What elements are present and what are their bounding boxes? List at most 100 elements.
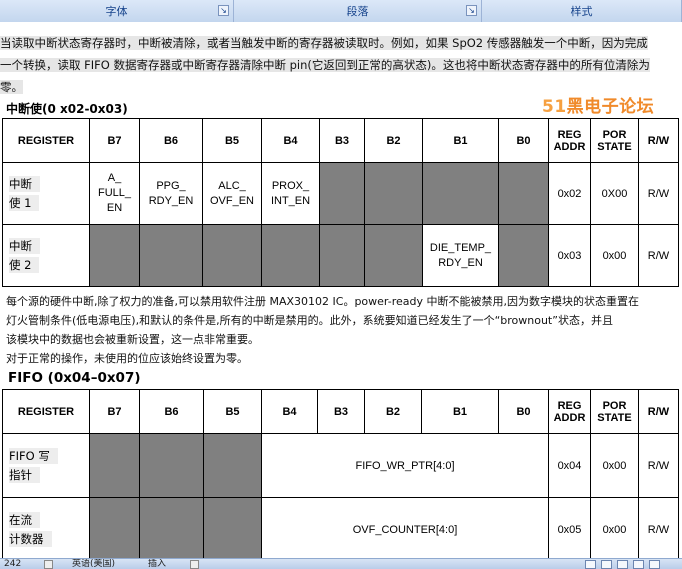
para2-line-3: 该模块中的数据也会被重新设置，这一点非常重要。 — [6, 333, 259, 346]
ribbon-group-font-label: 字体 — [105, 5, 128, 18]
macro-record-icon[interactable] — [190, 560, 199, 569]
ribbon-group-paragraph: 段落 ↘ — [234, 0, 482, 22]
reg-addr-cell: 0x02 — [548, 162, 591, 225]
web-layout-view-icon[interactable] — [617, 560, 628, 569]
spelling-error-icon[interactable] — [44, 560, 53, 569]
bit-b4-cell: PROX_ INT_EN — [261, 162, 320, 225]
reserved-bit-cell — [202, 224, 262, 287]
reserved-bit-cell — [498, 162, 549, 225]
reserved-bit-cell — [89, 497, 140, 558]
reserved-bit-cell — [319, 162, 365, 225]
header-register: REGISTER — [2, 118, 90, 163]
header-b2: B2 — [364, 389, 422, 434]
ribbon-group-styles: 样式 — [482, 0, 682, 22]
por-state-cell: 0x00 — [590, 433, 639, 498]
header-por-state: POR STATE — [590, 389, 639, 434]
register-name-cell: 中断 使 2 — [2, 224, 90, 287]
header-b6: B6 — [139, 389, 204, 434]
rw-cell: R/W — [638, 162, 679, 225]
reg-addr-cell: 0x04 — [548, 433, 591, 498]
fifo-heading: FIFO (0x04–0x07) — [8, 370, 141, 386]
table-row: 在流 计数器 OVF_COUNTER[4:0] 0x05 0x00 R/W — [2, 497, 679, 558]
por-state-cell: 0x00 — [590, 497, 639, 558]
font-dialog-launcher-icon[interactable]: ↘ — [218, 5, 229, 16]
header-b1: B1 — [421, 389, 499, 434]
header-b7: B7 — [89, 118, 140, 163]
bit-field-cell: FIFO_WR_PTR[4:0] — [261, 433, 549, 498]
rw-cell: R/W — [638, 497, 679, 558]
ribbon-group-bar: 字体 ↘ 段落 ↘ 样式 — [0, 0, 682, 22]
header-b0: B0 — [498, 389, 549, 434]
interrupt-clear-paragraph: 当读取中断状态寄存器时，中断被清除，或者当触发中断的寄存器被读取时。例如，如果 … — [0, 32, 682, 98]
interrupt-enable-heading: 中断使(0 x02-0x03) — [6, 102, 128, 116]
full-screen-view-icon[interactable] — [601, 560, 612, 569]
header-por-state: POR STATE — [590, 118, 639, 163]
draft-view-icon[interactable] — [649, 560, 660, 569]
header-reg-addr: REG ADDR — [548, 389, 591, 434]
header-b5: B5 — [202, 118, 262, 163]
reg-addr-cell: 0x05 — [548, 497, 591, 558]
forum-watermark-logo: 51黑电子论坛 — [542, 97, 655, 117]
para1-line-2: 一个转换，读取 FIFO 数据寄存器或中断寄存器清除中断 pin(它返回到正常的… — [0, 58, 650, 72]
fifo-register-table: REGISTER B7 B6 B5 B4 B3 B2 B1 B0 REG ADD… — [2, 389, 679, 558]
table-row: 中断 使 1 A_ FULL_ EN PPG_ RDY_EN ALC_ OVF_EN P… — [2, 162, 679, 225]
bit-field-cell: OVF_COUNTER[4:0] — [261, 497, 549, 558]
para1-line-3: 零。 — [0, 80, 23, 94]
reserved-bit-cell — [139, 433, 204, 498]
reserved-bit-cell — [498, 224, 549, 287]
page-count-status[interactable]: 242 — [4, 559, 21, 569]
table-row: FIFO 写 指针 FIFO_WR_PTR[4:0] 0x04 0x00 R/W — [2, 433, 679, 498]
para1-line-1: 当读取中断状态寄存器时，中断被清除，或者当触发中断的寄存器被读取时。例如，如果 … — [0, 36, 648, 50]
para2-line-1: 每个源的硬件中断,除了权力的准备,可以禁用软件注册 MAX30102 IC。po… — [6, 295, 639, 308]
rw-cell: R/W — [638, 433, 679, 498]
por-state-cell: 0x00 — [590, 224, 639, 287]
por-state-cell: 0X00 — [590, 162, 639, 225]
document-page[interactable]: 当读取中断状态寄存器时，中断被清除，或者当触发中断的寄存器被读取时。例如，如果 … — [0, 22, 682, 558]
reserved-bit-cell — [89, 433, 140, 498]
para2-line-2: 灯火管制条件(低电源电压),和默认的条件是,所有的中断是禁用的。此外，系统要知道… — [6, 314, 613, 327]
header-rw: R/W — [638, 118, 679, 163]
reserved-bit-cell — [364, 162, 423, 225]
reserved-bit-cell — [203, 497, 262, 558]
header-reg-addr: REG ADDR — [548, 118, 591, 163]
reserved-bit-cell — [89, 224, 140, 287]
reserved-bit-cell — [364, 224, 423, 287]
interrupt-description-paragraph: 每个源的硬件中断,除了权力的准备,可以禁用软件注册 MAX30102 IC。po… — [6, 292, 682, 368]
reserved-bit-cell — [422, 162, 499, 225]
rw-cell: R/W — [638, 224, 679, 287]
para2-line-4: 对于正常的操作，未使用的位应该始终设置为零。 — [6, 352, 248, 365]
reserved-bit-cell — [261, 224, 320, 287]
header-b2: B2 — [364, 118, 423, 163]
insert-mode-status[interactable]: 插入 — [148, 559, 166, 569]
bit-b6-cell: PPG_ RDY_EN — [139, 162, 203, 225]
table-row: 中断 使 2 DIE_TEMP_ RDY_EN 0x03 0x00 R/W — [2, 224, 679, 287]
header-b6: B6 — [139, 118, 203, 163]
header-b5: B5 — [203, 389, 262, 434]
bit-b1-cell: DIE_TEMP_ RDY_EN — [422, 224, 499, 287]
reserved-bit-cell — [319, 224, 365, 287]
header-b1: B1 — [422, 118, 499, 163]
header-b0: B0 — [498, 118, 549, 163]
outline-view-icon[interactable] — [633, 560, 644, 569]
ribbon-group-paragraph-label: 段落 — [346, 5, 369, 18]
register-name-cell: 中断 使 1 — [2, 162, 90, 225]
bit-b7-cell: A_ FULL_ EN — [89, 162, 140, 225]
register-name-cell: FIFO 写 指针 — [2, 433, 90, 498]
reserved-bit-cell — [203, 433, 262, 498]
header-b4: B4 — [261, 389, 318, 434]
register-name-cell: 在流 计数器 — [2, 497, 90, 558]
print-layout-view-icon[interactable] — [585, 560, 596, 569]
ribbon-group-font: 字体 ↘ — [0, 0, 234, 22]
reg-addr-cell: 0x03 — [548, 224, 591, 287]
status-bar: 242 英语(美国) 插入 — [0, 558, 682, 569]
header-b4: B4 — [261, 118, 320, 163]
header-b7: B7 — [89, 389, 140, 434]
language-status[interactable]: 英语(美国) — [72, 559, 115, 569]
header-register: REGISTER — [2, 389, 90, 434]
paragraph-dialog-launcher-icon[interactable]: ↘ — [466, 5, 477, 16]
interrupt-enable-table: REGISTER B7 B6 B5 B4 B3 B2 B1 B0 REG ADD… — [2, 118, 679, 287]
bit-b5-cell: ALC_ OVF_EN — [202, 162, 262, 225]
header-b3: B3 — [319, 118, 365, 163]
header-rw: R/W — [638, 389, 679, 434]
reserved-bit-cell — [139, 224, 203, 287]
